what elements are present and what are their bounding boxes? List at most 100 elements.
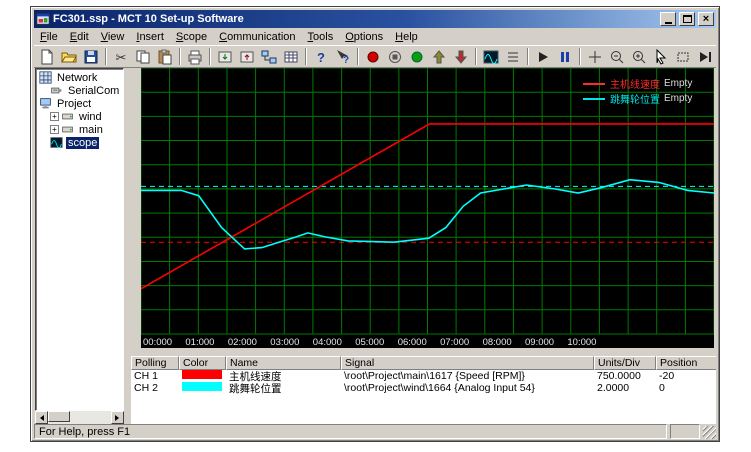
helparrow-button[interactable]: [332, 46, 354, 67]
print-icon: [187, 49, 203, 65]
help-button[interactable]: [310, 46, 332, 67]
pause-button[interactable]: [554, 46, 576, 67]
box-button[interactable]: [672, 46, 694, 67]
legend-channel-name: 主机线速度: [610, 76, 660, 91]
zoomin-icon: [631, 49, 647, 65]
column-header-color[interactable]: Color: [179, 356, 226, 370]
channel-table-body: CH 1主机线速度\root\Project\main\1617 {Speed …: [131, 370, 716, 394]
toolbar-separator: [579, 48, 581, 65]
minimize-button[interactable]: [660, 12, 676, 26]
box-icon: [675, 49, 691, 65]
maximize-button[interactable]: [679, 12, 695, 26]
scrollbar-track[interactable]: [70, 411, 111, 424]
column-header-position[interactable]: Position: [656, 356, 716, 370]
cut-button[interactable]: [110, 46, 132, 67]
column-header-polling[interactable]: Polling: [131, 356, 179, 370]
svg-text:01:000: 01:000: [185, 337, 214, 348]
open-icon: [61, 49, 77, 65]
table-row[interactable]: CH 2跳舞轮位置\root\Project\wind\1664 {Analog…: [131, 382, 716, 394]
wave-icon: [50, 136, 64, 149]
scroll-left-button[interactable]: [35, 411, 48, 424]
table-cell: CH 2: [131, 382, 179, 394]
tree-horizontal-scrollbar[interactable]: [35, 411, 124, 424]
import-button[interactable]: [214, 46, 236, 67]
new-button[interactable]: [36, 46, 58, 67]
title-bar[interactable]: FC301.ssp - MCT 10 Set-up Software ×: [34, 10, 716, 28]
tree-item-scope[interactable]: scope: [36, 136, 123, 149]
expander-icon[interactable]: +: [50, 125, 59, 134]
save-button[interactable]: [80, 46, 102, 67]
table-row[interactable]: CH 1主机线速度\root\Project\main\1617 {Speed …: [131, 370, 716, 382]
toolbar-separator: [179, 48, 181, 65]
up-icon: [431, 49, 447, 65]
table-cell-color: [179, 382, 226, 394]
grid-icon: [283, 49, 299, 65]
tree-item-serialcom[interactable]: SerialCom: [36, 84, 123, 97]
down-button[interactable]: [450, 46, 472, 67]
export-button[interactable]: [236, 46, 258, 67]
channel-table: PollingColorNameSignalUnits/DivPosition …: [131, 356, 716, 424]
copy-button[interactable]: [132, 46, 154, 67]
svg-text:07:000: 07:000: [440, 337, 469, 348]
channel-table-header: PollingColorNameSignalUnits/DivPosition: [131, 356, 716, 370]
menu-item-options[interactable]: Options: [339, 29, 389, 45]
zoomout-button[interactable]: [606, 46, 628, 67]
project-tree-panel: NetworkSerialComProject+wind+mainscope: [35, 68, 124, 411]
print-button[interactable]: [184, 46, 206, 67]
stop-button[interactable]: [384, 46, 406, 67]
scrollbar-thumb[interactable]: [48, 411, 70, 422]
resize-grip[interactable]: [703, 426, 716, 439]
step-button[interactable]: [694, 46, 716, 67]
open-button[interactable]: [58, 46, 80, 67]
toolbar-separator: [209, 48, 211, 65]
table-cell: -20: [656, 370, 716, 382]
channel-color-swatch: [182, 382, 222, 391]
export-icon: [239, 49, 255, 65]
pointer-button[interactable]: [650, 46, 672, 67]
paste-button[interactable]: [154, 46, 176, 67]
list-button[interactable]: [502, 46, 524, 67]
minimize-icon: [665, 22, 672, 24]
menu-item-help[interactable]: Help: [389, 29, 424, 45]
menu-item-file[interactable]: File: [34, 29, 64, 45]
expander-icon[interactable]: +: [50, 112, 59, 121]
scope-legend: 主机线速度Empty跳舞轮位置Empty: [583, 76, 692, 106]
up-button[interactable]: [428, 46, 450, 67]
go-button[interactable]: [406, 46, 428, 67]
table-cell: CH 1: [131, 370, 179, 382]
menu-item-communication[interactable]: Communication: [213, 29, 301, 45]
menu-item-scope[interactable]: Scope: [170, 29, 213, 45]
table-cell: 跳舞轮位置: [226, 381, 341, 396]
tree-item-label: scope: [66, 137, 99, 149]
tree-item-main[interactable]: +main: [36, 123, 123, 136]
grid-button[interactable]: [280, 46, 302, 67]
save-icon: [83, 49, 99, 65]
network-button[interactable]: [258, 46, 280, 67]
scope-view: 00:00001:00002:00003:00004:00005:00006:0…: [131, 68, 716, 356]
scroll-right-button[interactable]: [111, 411, 124, 424]
scope-plot[interactable]: 00:00001:00002:00003:00004:00005:00006:0…: [141, 68, 714, 348]
cross-button[interactable]: [584, 46, 606, 67]
column-header-unitsdiv[interactable]: Units/Div: [594, 356, 656, 370]
zoomin-button[interactable]: [628, 46, 650, 67]
drive-icon: [61, 123, 75, 136]
record-button[interactable]: [362, 46, 384, 67]
play-button[interactable]: [532, 46, 554, 67]
column-header-signal[interactable]: Signal: [341, 356, 594, 370]
svg-text:02:000: 02:000: [228, 337, 257, 348]
status-bar: For Help, press F1: [34, 424, 716, 439]
table-cell: 2.0000: [594, 382, 656, 394]
tree-item-network[interactable]: Network: [36, 71, 123, 84]
tree-item-project[interactable]: Project: [36, 97, 123, 110]
tree-item-wind[interactable]: +wind: [36, 110, 123, 123]
menu-item-insert[interactable]: Insert: [130, 29, 170, 45]
menu-item-view[interactable]: View: [95, 29, 131, 45]
wave-button[interactable]: [480, 46, 502, 67]
table-cell: 750.0000: [594, 370, 656, 382]
menu-item-edit[interactable]: Edit: [64, 29, 95, 45]
menu-item-tools[interactable]: Tools: [302, 29, 340, 45]
list-icon: [505, 49, 521, 65]
close-button[interactable]: ×: [698, 12, 714, 26]
panel-splitter[interactable]: [124, 68, 131, 424]
svg-text:00:000: 00:000: [143, 337, 172, 348]
